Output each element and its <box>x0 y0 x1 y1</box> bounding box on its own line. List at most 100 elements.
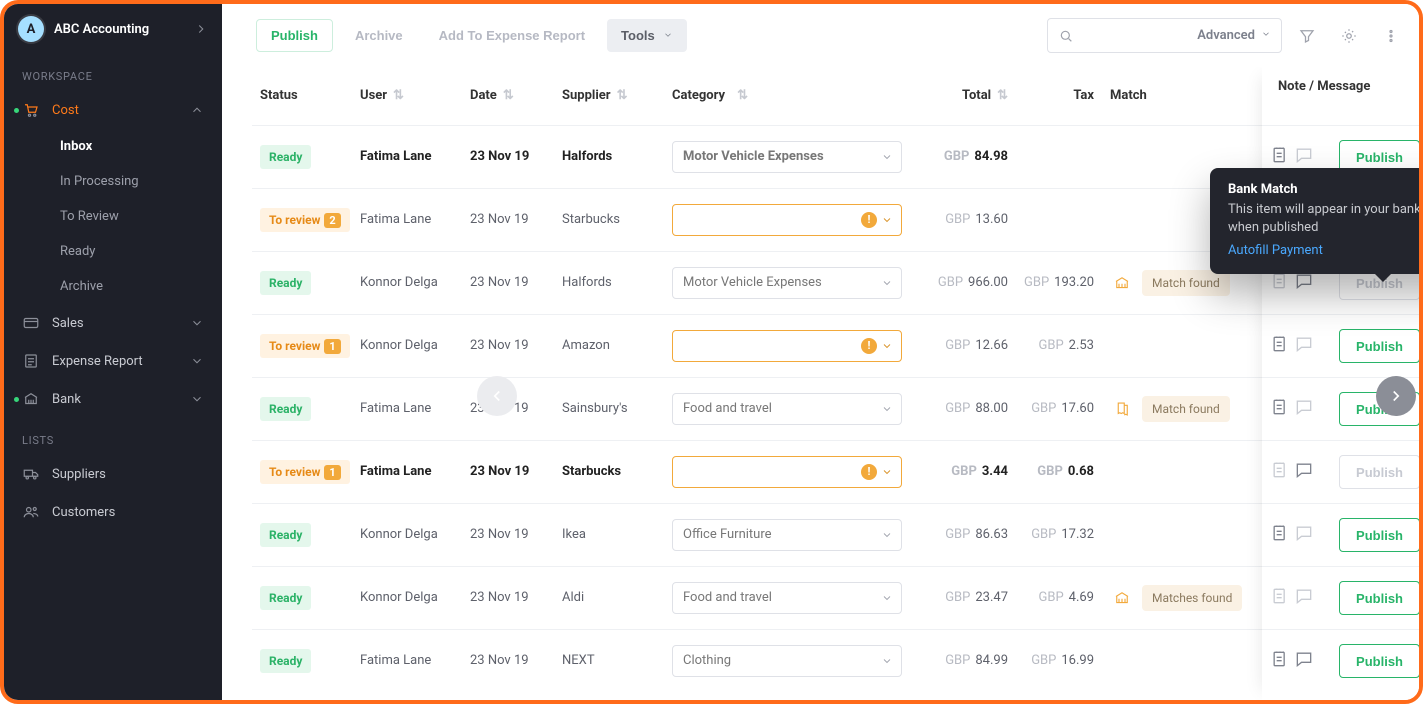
category-select[interactable]: Office Furniture <box>672 519 902 551</box>
account-avatar: A <box>18 16 44 42</box>
message-icon[interactable] <box>1294 460 1314 484</box>
table-row[interactable]: Ready Fatima Lane 23 Nov 19 Sainsbury's … <box>252 377 1262 440</box>
cell-user: Konnor Delga <box>352 314 462 377</box>
category-select[interactable]: Motor Vehicle Expenses <box>672 267 902 299</box>
note-icon[interactable] <box>1270 523 1290 547</box>
status-ready: Ready <box>260 523 311 547</box>
sidebar-item-suppliers[interactable]: Suppliers <box>4 455 222 493</box>
col-status[interactable]: Status <box>252 67 352 125</box>
sidebar-sub-inbox[interactable]: Inbox <box>4 129 222 164</box>
match-chip[interactable]: Match found <box>1110 396 1230 422</box>
note-icon[interactable] <box>1270 271 1290 295</box>
row-publish-button[interactable]: Publish <box>1339 329 1419 363</box>
sidebar-sub-ready[interactable]: Ready <box>4 234 222 269</box>
table-row[interactable]: To review2 Fatima Lane 23 Nov 19 Starbuc… <box>252 188 1262 251</box>
status-ready: Ready <box>260 271 311 295</box>
category-select[interactable]: Food and travel <box>672 582 902 614</box>
table-row[interactable]: Ready Konnor Delga 23 Nov 19 Aldi Food a… <box>252 566 1262 629</box>
match-chip[interactable]: Match found <box>1110 270 1230 296</box>
cell-user: Fatima Lane <box>352 125 462 188</box>
cell-date: 23 Nov 19 <box>462 629 554 692</box>
message-icon[interactable] <box>1294 271 1314 295</box>
tools-button[interactable]: Tools <box>607 19 687 52</box>
cell-total: GBP12.66 <box>919 314 1016 377</box>
report-icon <box>22 352 40 370</box>
note-icon[interactable] <box>1270 145 1290 169</box>
col-user[interactable]: User⇅ <box>352 67 462 125</box>
category-select[interactable]: ! <box>672 330 902 362</box>
status-ready: Ready <box>260 397 311 421</box>
sidebar-item-sales[interactable]: Sales <box>4 304 222 342</box>
col-supplier[interactable]: Supplier⇅ <box>554 67 664 125</box>
scroll-right-button[interactable] <box>1376 376 1416 416</box>
row-publish-button[interactable]: Publish <box>1339 518 1419 552</box>
chevron-down-icon <box>190 316 204 330</box>
cell-tax: GBP4.69 <box>1016 566 1102 629</box>
row-publish-button[interactable]: Publish <box>1339 644 1419 678</box>
message-icon[interactable] <box>1294 523 1314 547</box>
message-icon[interactable] <box>1294 145 1314 169</box>
match-label: Matches found <box>1142 585 1242 611</box>
match-chip[interactable]: Matches found <box>1110 585 1242 611</box>
filter-button[interactable] <box>1290 19 1324 53</box>
toolbar: Publish Archive Add To Expense Report To… <box>222 4 1419 67</box>
category-select[interactable]: ! <box>672 456 902 488</box>
col-date[interactable]: Date⇅ <box>462 67 554 125</box>
table-row[interactable]: To review1 Konnor Delga 23 Nov 19 Amazon… <box>252 314 1262 377</box>
table-row[interactable]: Ready Fatima Lane 23 Nov 19 NEXT Clothin… <box>252 629 1262 692</box>
add-to-expense-button[interactable]: Add To Expense Report <box>425 19 599 52</box>
message-icon[interactable] <box>1294 334 1314 358</box>
sidebar-item-cost[interactable]: Cost <box>4 91 222 129</box>
sidebar-item-bank[interactable]: Bank <box>4 380 222 418</box>
publish-button[interactable]: Publish <box>256 19 333 52</box>
table-row[interactable]: To review1 Fatima Lane 23 Nov 19 Starbuc… <box>252 440 1262 503</box>
cell-total: GBP3.44 <box>919 440 1016 503</box>
col-match[interactable]: Match <box>1102 67 1262 125</box>
row-publish-button[interactable]: Publish <box>1339 455 1419 489</box>
sort-icon: ⇅ <box>617 88 628 103</box>
category-select[interactable]: ! <box>672 204 902 236</box>
col-tax[interactable]: Tax <box>1016 67 1102 125</box>
table-row[interactable]: Ready Fatima Lane 23 Nov 19 Halfords Mot… <box>252 125 1262 188</box>
category-select[interactable]: Clothing <box>672 645 902 677</box>
table-row[interactable]: Ready Konnor Delga 23 Nov 19 Ikea Office… <box>252 503 1262 566</box>
message-icon[interactable] <box>1294 649 1314 673</box>
row-publish-button[interactable]: Publish <box>1339 581 1419 615</box>
note-icon[interactable] <box>1270 649 1290 673</box>
cell-supplier: Halfords <box>554 251 664 314</box>
section-workspace: WORKSPACE <box>4 54 222 91</box>
table-row[interactable]: Ready Konnor Delga 23 Nov 19 Halfords Mo… <box>252 251 1262 314</box>
sort-icon: ⇅ <box>503 88 514 103</box>
message-icon[interactable] <box>1294 586 1314 610</box>
col-total[interactable]: Total⇅ <box>919 67 1016 125</box>
more-button[interactable] <box>1374 19 1408 53</box>
category-select[interactable]: Motor Vehicle Expenses <box>672 141 902 173</box>
sidebar-item-expense-report[interactable]: Expense Report <box>4 342 222 380</box>
message-icon[interactable] <box>1294 397 1314 421</box>
search-input[interactable]: Advanced <box>1047 18 1282 53</box>
status-to-review: To review1 <box>260 334 350 358</box>
cell-supplier: Aldi <box>554 566 664 629</box>
sort-icon: ⇅ <box>997 88 1008 103</box>
sidebar-sub-in-processing[interactable]: In Processing <box>4 164 222 199</box>
sidebar-item-customers[interactable]: Customers <box>4 493 222 531</box>
note-icon[interactable] <box>1270 586 1290 610</box>
cell-total: GBP86.63 <box>919 503 1016 566</box>
category-select[interactable]: Food and travel <box>672 393 902 425</box>
col-category[interactable]: Category⇅ <box>664 67 919 125</box>
note-icon[interactable] <box>1270 397 1290 421</box>
cell-tax <box>1016 188 1102 251</box>
sidebar-sub-archive[interactable]: Archive <box>4 269 222 304</box>
note-icon[interactable] <box>1270 334 1290 358</box>
cell-supplier: Amazon <box>554 314 664 377</box>
scroll-left-button[interactable] <box>477 376 517 416</box>
cell-user: Fatima Lane <box>352 440 462 503</box>
advanced-search[interactable]: Advanced <box>1197 28 1271 43</box>
account-name: ABC Accounting <box>54 22 149 37</box>
settings-button[interactable] <box>1332 19 1366 53</box>
account-switcher[interactable]: A ABC Accounting <box>4 4 222 54</box>
autofill-payment-link[interactable]: Autofill Payment <box>1228 243 1419 258</box>
archive-button[interactable]: Archive <box>341 19 417 52</box>
sidebar-sub-to-review[interactable]: To Review <box>4 199 222 234</box>
note-icon[interactable] <box>1270 460 1290 484</box>
